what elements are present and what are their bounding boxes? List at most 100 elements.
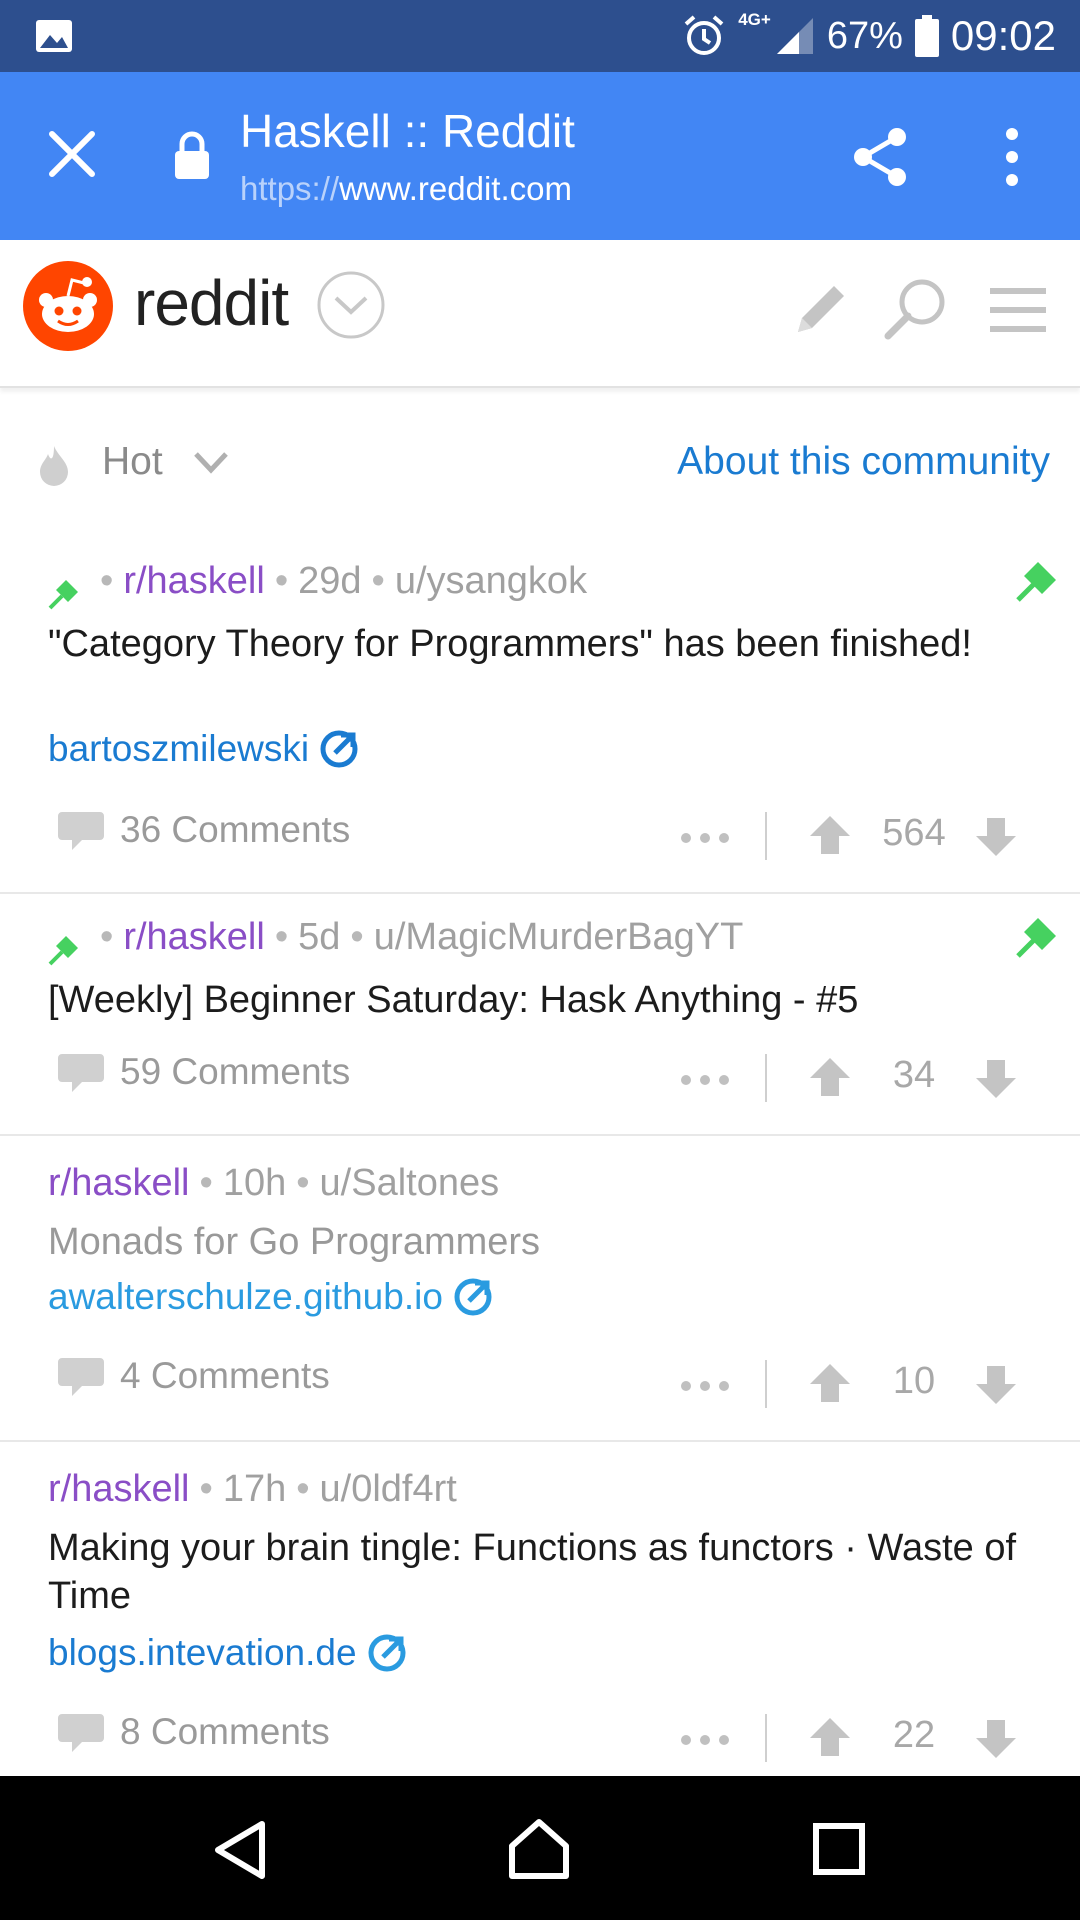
overflow-menu-icon[interactable] [994, 126, 1030, 188]
comment-count: 8 Comments [120, 1711, 330, 1752]
post-card[interactable]: • r/haskell • 29d • u/ysangkok "Category Theo… [0, 540, 1080, 894]
post-age: 17h [222, 1468, 287, 1510]
post-actions: 564 [680, 812, 1020, 862]
post-title[interactable]: Making your brain tingle: Functions as f… [48, 1524, 1038, 1620]
hamburger-menu-icon[interactable] [990, 286, 1046, 334]
system-nav-bar [0, 1776, 1080, 1920]
comment-count: 59 Comments [120, 1051, 351, 1092]
author-link[interactable]: u/ysangkok [395, 560, 587, 602]
pin-icon [48, 936, 78, 966]
post-actions: 22 [680, 1714, 1020, 1764]
chevron-down-icon[interactable] [316, 270, 386, 340]
link-domain: blogs.intevation.de [48, 1632, 357, 1673]
back-icon[interactable] [212, 1820, 268, 1880]
sort-row: Hot About this community [0, 430, 1080, 500]
author-link[interactable]: u/0ldf4rt [320, 1468, 457, 1510]
subreddit-link[interactable]: r/haskell [48, 1468, 190, 1510]
comment-icon [58, 1358, 104, 1396]
more-options-icon[interactable] [680, 1734, 730, 1746]
upvote-icon[interactable] [808, 814, 852, 856]
share-icon[interactable] [850, 126, 912, 188]
comment-icon [58, 1054, 104, 1092]
reddit-wordmark: reddit [134, 267, 289, 339]
recent-apps-icon[interactable] [812, 1822, 866, 1876]
network-type: 4G+ [738, 10, 771, 29]
comments-button[interactable]: 8 Comments [56, 1710, 330, 1756]
downvote-icon[interactable] [974, 1364, 1018, 1406]
subreddit-link[interactable]: r/haskell [123, 560, 265, 602]
post-age: 10h [222, 1162, 287, 1204]
post-meta: • r/haskell • 5d • u/MagicMurderBagYT [100, 916, 744, 958]
about-community-link[interactable]: About this community [677, 440, 1050, 484]
author-link[interactable]: u/Saltones [320, 1162, 500, 1204]
more-options-icon[interactable] [680, 1074, 730, 1086]
lock-icon [175, 131, 209, 179]
link-domain: awalterschulze.github.io [48, 1276, 443, 1317]
post-title[interactable]: "Category Theory for Programmers" has be… [48, 620, 1038, 668]
alarm-icon [684, 15, 724, 55]
sort-selector[interactable]: Hot [102, 440, 163, 484]
post-meta: • r/haskell • 29d • u/ysangkok [100, 560, 588, 602]
reddit-logo-icon[interactable] [22, 260, 114, 352]
post-meta: r/haskell • 10h • u/Saltones [48, 1162, 500, 1204]
post-link[interactable]: blogs.intevation.de [48, 1632, 407, 1674]
more-options-icon[interactable] [680, 1380, 730, 1392]
author-link[interactable]: u/MagicMurderBagYT [374, 916, 744, 958]
comment-icon [58, 812, 104, 850]
home-icon[interactable] [506, 1816, 572, 1882]
post-card[interactable]: r/haskell • 10h • u/Saltones Monads for Go P… [0, 1136, 1080, 1442]
comments-button[interactable]: 36 Comments [56, 808, 350, 854]
image-notification-icon [36, 20, 72, 52]
post-actions: 10 [680, 1360, 1020, 1410]
post-age: 5d [298, 916, 341, 958]
subreddit-link[interactable]: r/haskell [123, 916, 265, 958]
comment-count: 4 Comments [120, 1355, 330, 1396]
pin-icon [1016, 918, 1056, 958]
post-card[interactable]: r/haskell • 17h • u/0ldf4rt Making your brai… [0, 1442, 1080, 1776]
divider [765, 1054, 767, 1102]
comments-button[interactable]: 59 Comments [56, 1050, 350, 1096]
comment-icon [58, 1714, 104, 1752]
post-age: 29d [298, 560, 362, 602]
search-icon[interactable] [882, 276, 948, 342]
more-options-icon[interactable] [680, 832, 730, 844]
vote-score: 564 [882, 812, 946, 854]
upvote-icon[interactable] [808, 1056, 852, 1098]
post-title[interactable]: Monads for Go Programmers [48, 1218, 1038, 1266]
url-host: www.reddit.com [339, 170, 572, 207]
external-link-icon [320, 730, 358, 768]
vote-score: 22 [892, 1714, 936, 1756]
post-link[interactable]: awalterschulze.github.io [48, 1276, 493, 1318]
flame-icon [40, 446, 68, 486]
battery-percent: 67% [826, 14, 903, 57]
upvote-icon[interactable] [808, 1716, 852, 1758]
reddit-header: reddit [0, 240, 1080, 388]
post-meta: r/haskell • 17h • u/0ldf4rt [48, 1468, 457, 1510]
upvote-icon[interactable] [808, 1362, 852, 1404]
comment-count: 36 Comments [120, 809, 351, 850]
post-link[interactable]: bartoszmilewski [48, 728, 359, 770]
battery-icon [914, 15, 939, 57]
custom-tab-toolbar: Haskell :: Reddit https://www.reddit.com [0, 72, 1080, 240]
post-card[interactable]: • r/haskell • 5d • u/MagicMurderBagYT [Weekly… [0, 894, 1080, 1136]
vote-score: 34 [892, 1054, 936, 1096]
pencil-icon[interactable] [790, 278, 852, 340]
pin-icon [48, 580, 78, 610]
page-title: Haskell :: Reddit [240, 105, 575, 157]
close-icon[interactable] [46, 128, 98, 180]
link-domain: bartoszmilewski [48, 728, 310, 769]
divider [765, 1360, 767, 1408]
vote-score: 10 [892, 1360, 936, 1402]
post-actions: 34 [680, 1054, 1020, 1104]
divider [765, 812, 767, 860]
external-link-icon [454, 1278, 492, 1316]
downvote-icon[interactable] [974, 816, 1018, 858]
page-url[interactable]: https://www.reddit.com [240, 170, 572, 208]
post-title[interactable]: [Weekly] Beginner Saturday: Hask Anythin… [48, 976, 1038, 1024]
pin-icon [1016, 562, 1056, 602]
downvote-icon[interactable] [974, 1058, 1018, 1100]
comments-button[interactable]: 4 Comments [56, 1354, 330, 1400]
chevron-down-icon[interactable] [192, 448, 230, 478]
subreddit-link[interactable]: r/haskell [48, 1162, 190, 1204]
downvote-icon[interactable] [974, 1718, 1018, 1760]
